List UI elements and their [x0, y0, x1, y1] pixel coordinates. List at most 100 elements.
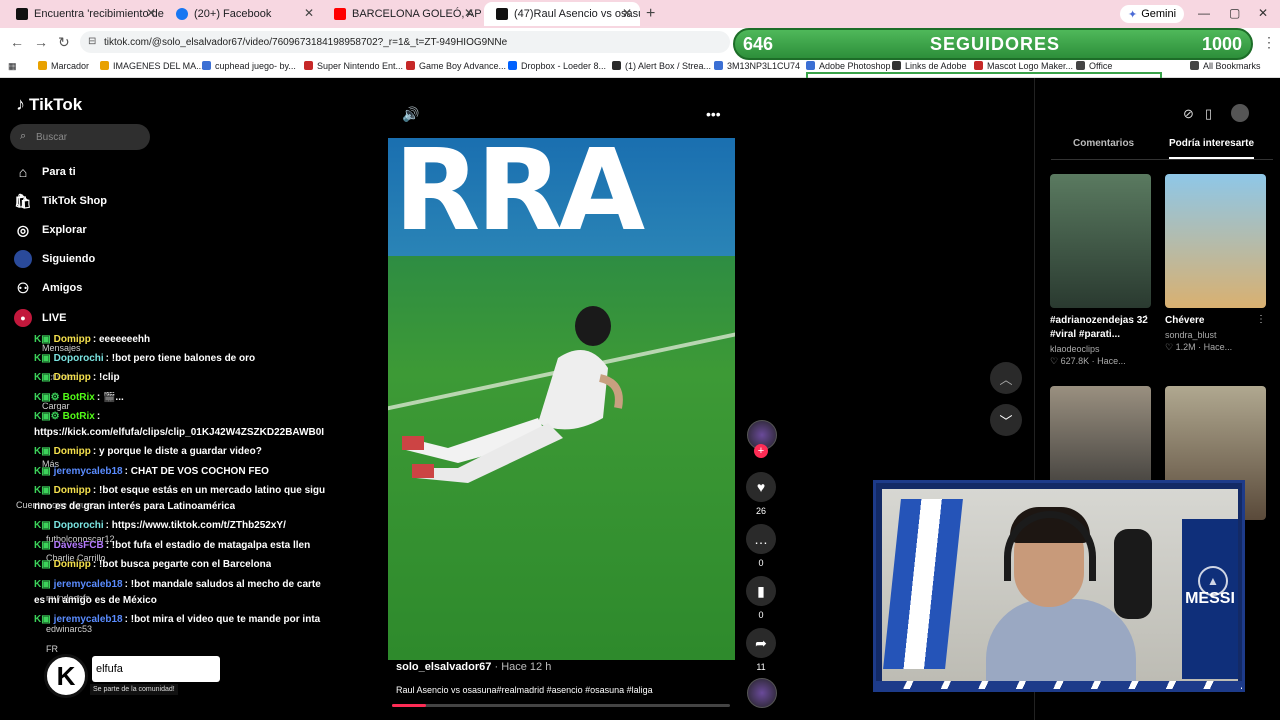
live-icon: ● — [14, 309, 32, 327]
device-icon[interactable]: ▯ — [1205, 106, 1212, 122]
bookmark[interactable]: Super Nintendo Ent... — [304, 61, 403, 71]
close-icon[interactable]: ✕ — [304, 6, 314, 20]
chat-message: K▣ Doporochi: !bot pero tiene balones de … — [34, 353, 255, 364]
bookmark-label: Office — [1089, 61, 1113, 71]
stream-chat-overlay: K▣ Domipp : eeeeeeehh K▣ Doporochi: !bot pe… — [0, 332, 330, 625]
chat-text: : 🎬... — [96, 392, 124, 403]
author-name[interactable]: solo_elsalvador67 — [396, 661, 491, 673]
address-bar[interactable]: ⊟ tiktok.com/@solo_elsalvador67/video/76… — [80, 31, 730, 53]
minimize-icon[interactable]: — — [1198, 6, 1210, 20]
gemini-button[interactable]: ✦ Gemini — [1120, 5, 1185, 23]
chat-badge-icon: K▣ — [34, 579, 51, 590]
chat-text: : !bot esque estás en un mercado latino … — [92, 485, 326, 496]
browser-tab[interactable]: BARCELONA GOLEÓ, APROVEC ✕ — [322, 2, 482, 26]
chat-username: Domipp — [53, 559, 91, 570]
like-button[interactable]: ♥ 26 — [745, 472, 777, 516]
friends-icon: ⚇ — [16, 279, 30, 296]
tab-podria-interesarte[interactable]: Podría interesarte — [1169, 138, 1255, 159]
card-user[interactable]: sondra_blust — [1165, 330, 1266, 340]
apps-icon[interactable]: ▦ — [8, 61, 17, 72]
chat-message: K▣⚙ BotRix: — [34, 411, 100, 422]
bookmark[interactable]: Marcador — [38, 61, 89, 71]
chat-text: : !bot busca pegarte con el Barcelona — [92, 559, 272, 570]
bookmark[interactable]: (1) Alert Box / Strea... — [612, 61, 711, 71]
bookmark[interactable]: 3M13NP3L1CU74 — [714, 61, 800, 71]
nav-item-amigos[interactable]: ⚇ Amigos — [14, 276, 83, 300]
more-icon[interactable]: ⋮ — [1256, 314, 1266, 325]
folder-icon — [1190, 61, 1199, 70]
nav-item-shop[interactable]: 🛍 TikTok Shop — [14, 189, 107, 213]
video-caption: Raul Asencio vs osasuna#realmadrid #asen… — [396, 685, 653, 695]
bookmark[interactable]: Links de Adobe — [892, 61, 967, 71]
close-icon[interactable]: ✕ — [464, 6, 474, 20]
bookmark-label: Super Nintendo Ent... — [317, 61, 404, 71]
recommended-video-card[interactable]: #adrianozendejas 32 #viral #parati... kl… — [1050, 174, 1151, 367]
share-button[interactable]: ➦ 11 — [745, 628, 777, 672]
save-button[interactable]: ▮ 0 — [745, 576, 777, 620]
search-input[interactable]: ⌕ Buscar — [10, 124, 150, 150]
flag-el-salvador — [883, 499, 963, 669]
next-video-button[interactable]: ﹀ — [990, 404, 1022, 436]
close-icon[interactable]: ✕ — [146, 6, 156, 20]
bookmark[interactable]: Game Boy Advance... — [406, 61, 506, 71]
chat-text: : !bot mira el video que te mande por in… — [124, 614, 321, 625]
menu-icon[interactable]: ⋮ — [1262, 34, 1276, 51]
more-options-icon[interactable]: ••• — [706, 106, 721, 122]
sparkle-icon: ✦ — [1128, 8, 1138, 21]
nav-item-para-ti[interactable]: ⌂ Para ti — [14, 160, 76, 184]
jersey-text: MESSI — [1182, 519, 1238, 679]
browser-tab[interactable]: (20+) Facebook ✕ — [164, 2, 322, 26]
site-info-icon[interactable]: ⊟ — [88, 36, 96, 47]
video-player[interactable]: RRA — [388, 138, 735, 660]
music-disc-avatar[interactable] — [747, 678, 777, 708]
bookmark[interactable]: All Bookmarks — [1190, 61, 1261, 71]
nav-label: Para ti — [42, 166, 76, 178]
bookmark[interactable]: IMAGENES DEL MA... — [100, 61, 204, 71]
autoscroll-icon[interactable]: ⊘ — [1183, 106, 1194, 122]
close-window-icon[interactable]: ✕ — [1258, 6, 1268, 20]
chat-badge-icon: K▣ — [34, 559, 51, 570]
browser-tab-active[interactable]: (47)Raul Asencio vs osasun ✕ — [484, 2, 640, 26]
video-thumbnail[interactable] — [1165, 174, 1266, 308]
chat-text: : eeeeeeehh — [92, 334, 151, 345]
tab-comentarios[interactable]: Comentarios — [1073, 138, 1134, 149]
more-icon[interactable]: ⋮ — [1141, 314, 1151, 325]
follow-plus-icon[interactable]: + — [754, 444, 768, 458]
nav-label: Explorar — [42, 224, 87, 236]
tab-title: (20+) Facebook — [194, 8, 272, 20]
video-progress-bar[interactable] — [392, 704, 730, 707]
reload-icon[interactable]: ↻ — [58, 34, 70, 51]
share-icon: ➦ — [746, 628, 776, 658]
nav-item-siguiendo[interactable]: Siguiendo — [14, 247, 95, 271]
bookmark[interactable]: cuphead juego- by... — [202, 61, 296, 71]
close-icon[interactable]: ✕ — [622, 6, 632, 20]
following-account[interactable]: edwinarc53 — [46, 624, 92, 634]
comment-button[interactable]: … 0 — [745, 524, 777, 568]
nav-item-live[interactable]: ● LIVE — [14, 306, 66, 330]
bookmark-label: All Bookmarks — [1203, 61, 1261, 71]
maximize-icon[interactable]: ▢ — [1229, 6, 1240, 20]
video-author[interactable]: solo_elsalvador67 · Hace 12 h — [396, 661, 551, 673]
chat-text: : y porque le diste a guardar video? — [92, 446, 262, 457]
back-icon[interactable]: ← — [10, 34, 24, 50]
bookmark[interactable]: Mascot Logo Maker... — [974, 61, 1073, 71]
volume-icon[interactable]: 🔊 — [402, 106, 419, 123]
bookmark[interactable]: Adobe Photoshop — [806, 61, 891, 71]
browser-tab[interactable]: Encuentra 'recibimiento de sap ✕ — [4, 2, 164, 26]
recommended-video-card[interactable]: Chévere sondra_blust ♡ 1.2M · Hace... ⋮ — [1165, 174, 1266, 353]
chat-text: : !bot fufa el estadio de matagalpa esta… — [105, 540, 311, 551]
card-user[interactable]: klaodeoclips — [1050, 344, 1151, 354]
new-tab-icon[interactable]: + — [646, 5, 655, 23]
post-time: · Hace 12 h — [494, 661, 552, 673]
following-account[interactable]: FR — [46, 644, 58, 654]
bookmark-icon: ▮ — [746, 576, 776, 606]
bookmark[interactable]: Office — [1076, 61, 1112, 71]
bookmark-icon — [406, 61, 415, 70]
nav-item-explorar[interactable]: ◎ Explorar — [14, 218, 87, 242]
profile-avatar[interactable] — [1231, 104, 1249, 122]
forward-icon[interactable]: → — [34, 34, 48, 50]
video-thumbnail[interactable] — [1050, 174, 1151, 308]
bookmark[interactable]: Dropbox - Loeder 8... — [508, 61, 606, 71]
tiktok-logo[interactable]: ♪ TikTok — [16, 94, 82, 115]
previous-video-button[interactable]: ︿ — [990, 362, 1022, 394]
